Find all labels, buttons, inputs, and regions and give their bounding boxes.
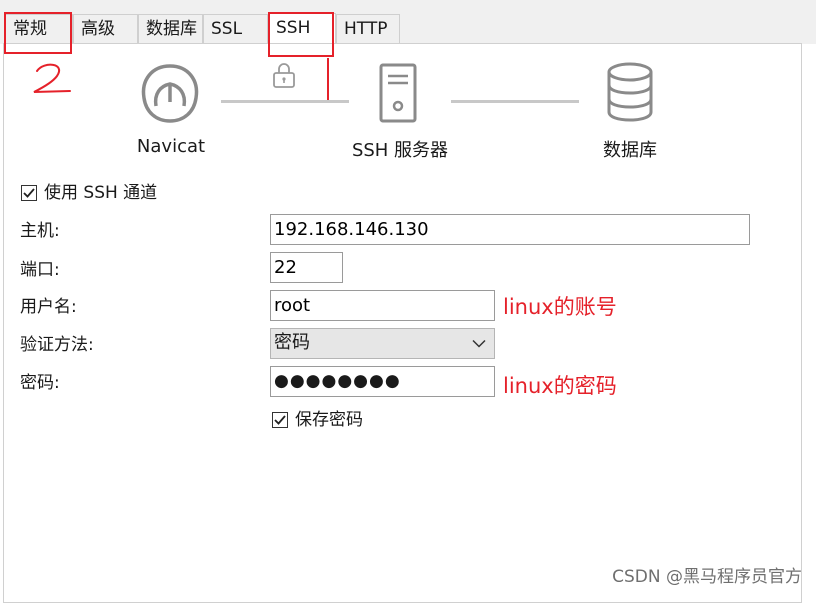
annotation-box-general-tab <box>4 12 72 54</box>
lock-icon <box>273 63 295 88</box>
tab-database[interactable]: 数据库 <box>138 14 203 44</box>
annotation-box-ssh-tab <box>268 12 334 57</box>
password-masked-value: ●●●●●●●● <box>274 371 401 391</box>
connection-line-ssh-database <box>451 100 579 103</box>
annotation-step-1: 1 <box>327 58 329 100</box>
account-annotation: linux的账号 <box>503 295 617 319</box>
server-icon <box>379 63 417 123</box>
tab-label: HTTP <box>344 19 388 39</box>
ssh-settings-panel <box>3 43 802 603</box>
use-ssh-tunnel-label: 使用 SSH 通道 <box>44 183 158 203</box>
auth-method-select[interactable]: 密码 <box>270 328 495 359</box>
database-label: 数据库 <box>603 140 657 161</box>
connection-line-navicat-ssh <box>221 100 349 103</box>
tab-label: 高级 <box>81 19 115 39</box>
database-icon <box>607 62 653 122</box>
port-label: 端口: <box>20 260 60 280</box>
tab-advanced[interactable]: 高级 <box>73 14 138 44</box>
save-password-label: 保存密码 <box>295 410 363 430</box>
tab-label: 数据库 <box>146 19 197 39</box>
tab-bar: 常规 高级 数据库 SSL SSH HTTP <box>0 0 816 44</box>
auth-method-label: 验证方法: <box>20 335 94 355</box>
annotation-step-2: 2 <box>33 63 71 93</box>
navicat-label: Navicat <box>136 136 206 157</box>
watermark: CSDN @黑马程序员官方 <box>612 567 802 587</box>
password-label: 密码: <box>20 373 60 393</box>
tab-http[interactable]: HTTP <box>336 14 400 44</box>
username-label: 用户名: <box>20 297 77 317</box>
chevron-down-icon <box>472 339 486 348</box>
host-label: 主机: <box>20 221 60 241</box>
username-input[interactable] <box>270 290 495 321</box>
checkmark-icon <box>23 188 35 198</box>
tab-label: SSL <box>211 19 243 39</box>
password-annotation: linux的密码 <box>503 374 617 398</box>
ssh-server-label: SSH 服务器 <box>351 140 449 161</box>
tab-ssl[interactable]: SSL <box>203 14 268 44</box>
auth-method-value: 密码 <box>274 332 310 353</box>
save-password-checkbox[interactable] <box>272 412 288 428</box>
host-input[interactable] <box>270 214 750 245</box>
use-ssh-tunnel-checkbox[interactable] <box>21 185 37 201</box>
port-input[interactable] <box>270 252 343 283</box>
password-input[interactable]: ●●●●●●●● <box>270 366 495 397</box>
navicat-icon <box>141 64 199 123</box>
checkmark-icon <box>274 415 286 425</box>
